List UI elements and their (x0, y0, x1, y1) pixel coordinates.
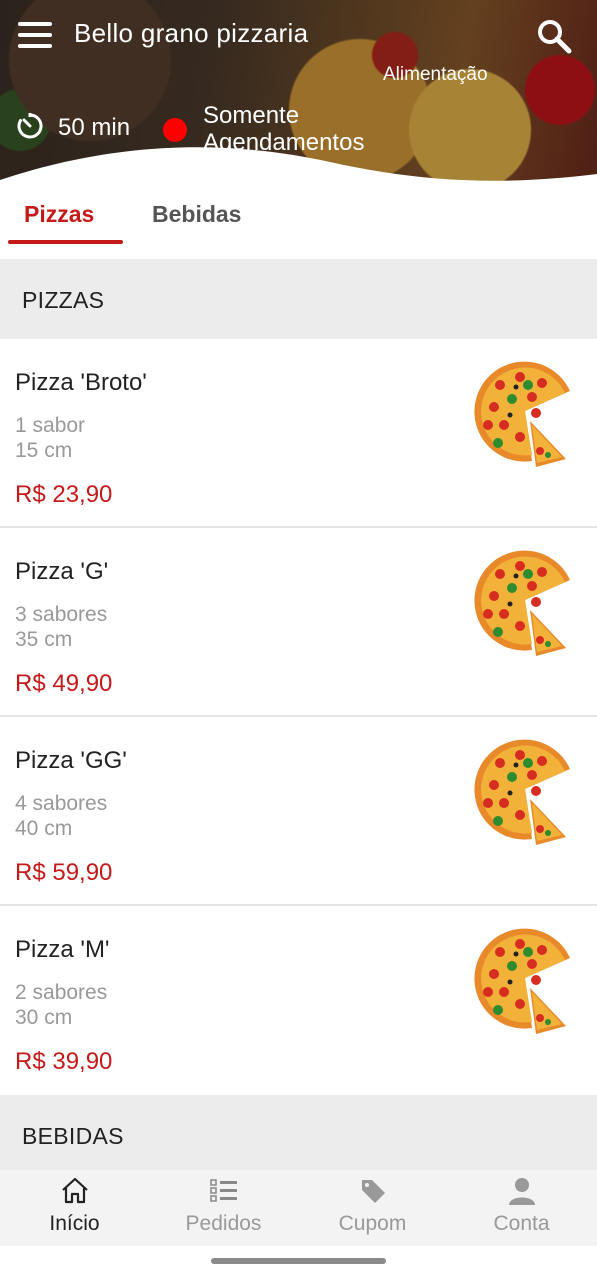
user-icon (509, 1178, 535, 1205)
nav-label: Início (49, 1212, 100, 1235)
nav-cupom[interactable]: Cupom (298, 1170, 447, 1246)
status-line-2: Agendamentos (203, 129, 365, 156)
bottom-navigation: Início Pedidos Cupom Conta (0, 1170, 597, 1246)
nav-inicio[interactable]: Início (0, 1170, 149, 1246)
gesture-bar[interactable] (211, 1258, 386, 1264)
hamburger-menu-icon[interactable] (18, 22, 52, 48)
product-name: Pizza 'G' (15, 558, 109, 585)
order-list-icon (210, 1179, 237, 1202)
product-description: 3 sabores 35 cm (15, 602, 107, 652)
home-icon (62, 1177, 88, 1204)
product-description: 2 sabores 30 cm (15, 980, 107, 1030)
product-size: 40 cm (15, 817, 73, 840)
product-price: R$ 39,90 (15, 1048, 113, 1075)
restaurant-name: Bello grano pizzaria (74, 18, 309, 48)
status-indicator (163, 118, 187, 142)
restaurant-info: 50 min Somente Agendamentos (0, 100, 597, 180)
product-name: Pizza 'M' (15, 936, 110, 963)
pizza-image (474, 361, 570, 467)
product-description: 1 sabor 15 cm (15, 413, 85, 463)
product-description: 4 sabores 40 cm (15, 791, 107, 841)
tab-bebidas[interactable]: Bebidas (152, 201, 241, 228)
nav-pedidos[interactable]: Pedidos (149, 1170, 298, 1246)
status-line-1: Somente (203, 102, 300, 129)
product-price: R$ 59,90 (15, 859, 113, 886)
pizza-image (474, 928, 570, 1034)
tab-pizzas[interactable]: Pizzas (24, 201, 94, 228)
timer-icon (17, 113, 43, 139)
product-size: 15 cm (15, 439, 73, 462)
section-title: PIZZAS (22, 287, 105, 313)
product-name: Pizza 'GG' (15, 747, 127, 774)
category-tag: Alimentação (383, 64, 488, 85)
product-flavors: 1 sabor (15, 414, 86, 437)
product-flavors: 2 sabores (15, 981, 108, 1004)
nav-label: Conta (493, 1212, 550, 1235)
nav-label: Cupom (338, 1212, 407, 1235)
status-text: Somente Agendamentos (203, 102, 453, 156)
product-flavors: 3 sabores (15, 603, 108, 626)
product-size: 35 cm (15, 628, 73, 651)
product-card[interactable]: Pizza 'GG' 4 sabores 40 cm R$ 59,90 (0, 717, 597, 906)
nav-label: Pedidos (185, 1212, 262, 1235)
section-header-pizzas: PIZZAS (0, 259, 597, 339)
active-tab-indicator (8, 240, 123, 244)
nav-conta[interactable]: Conta (447, 1170, 596, 1246)
product-price: R$ 49,90 (15, 670, 113, 697)
pizza-image (474, 550, 570, 656)
coupon-tag-icon (362, 1180, 385, 1203)
product-card[interactable]: Pizza 'M' 2 sabores 30 cm R$ 39,90 (0, 906, 597, 1095)
product-price: R$ 23,90 (15, 481, 113, 508)
search-icon[interactable] (536, 18, 572, 54)
product-name: Pizza 'Broto' (15, 369, 147, 396)
pizza-image (474, 739, 570, 845)
section-title: BEBIDAS (22, 1123, 124, 1149)
product-size: 30 cm (15, 1006, 73, 1029)
category-tabs: Pizzas Bebidas (0, 195, 597, 259)
section-header-bebidas: BEBIDAS (0, 1095, 597, 1171)
product-flavors: 4 sabores (15, 792, 108, 815)
product-card[interactable]: Pizza 'Broto' 1 sabor 15 cm R$ 23,90 (0, 339, 597, 528)
top-app-bar: Bello grano pizzaria (0, 0, 597, 72)
delivery-time: 50 min (58, 114, 131, 141)
product-card[interactable]: Pizza 'G' 3 sabores 35 cm R$ 49,90 (0, 528, 597, 717)
